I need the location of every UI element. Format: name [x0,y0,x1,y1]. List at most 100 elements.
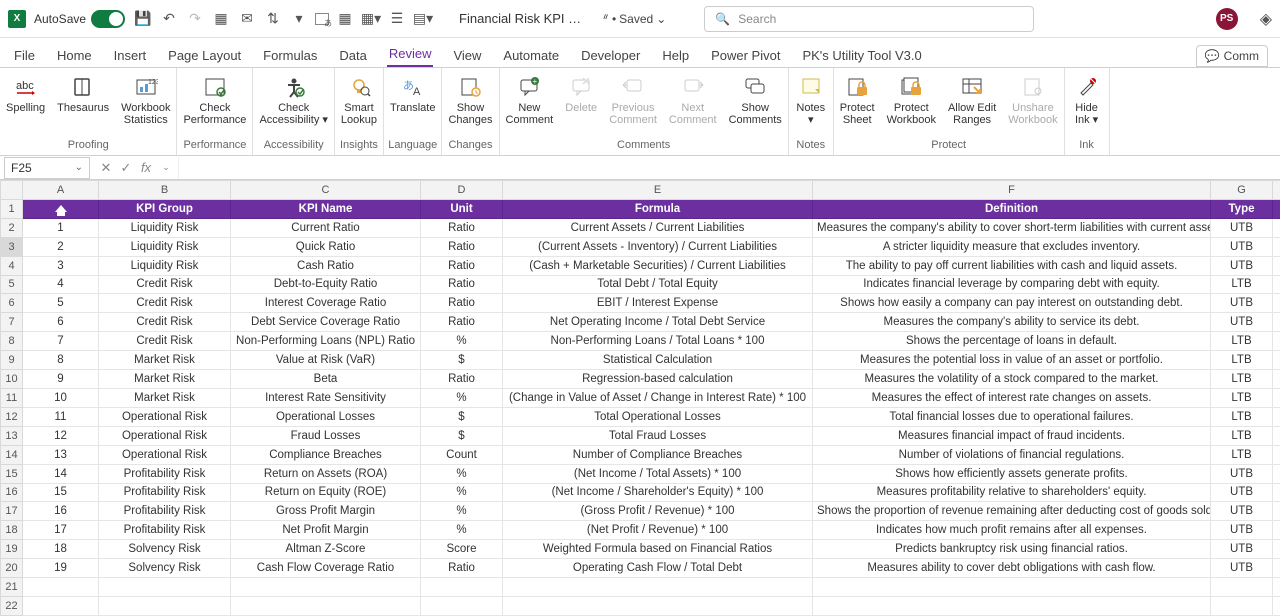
cell-A6[interactable]: 5 [23,294,99,313]
check-performance-button[interactable]: CheckPerformance [177,70,252,126]
allow-edit-ranges-button[interactable]: Allow EditRanges [942,70,1002,126]
protect-workbook-button[interactable]: ProtectWorkbook [881,70,942,126]
col-head-A[interactable]: A [23,181,99,200]
cell-G18[interactable]: UTB [1211,521,1273,540]
cell-B2[interactable]: Liquidity Risk [99,218,231,237]
qat-dd1-icon[interactable]: ▦▾ [361,9,381,29]
tab-page-layout[interactable]: Page Layout [166,44,243,67]
qat-table-icon[interactable]: ▦ [335,9,355,29]
col-head-G[interactable]: G [1211,181,1273,200]
cell-B10[interactable]: Market Risk [99,370,231,389]
formula-input[interactable] [178,157,1280,179]
row-head-16[interactable]: 16 [1,483,23,502]
cell-F10[interactable]: Measures the volatility of a stock compa… [813,370,1211,389]
cell-C10[interactable]: Beta [231,370,421,389]
cell-G19[interactable]: UTB [1211,540,1273,559]
cell-F20[interactable]: Measures ability to cover debt obligatio… [813,559,1211,578]
cell-C20[interactable]: Cash Flow Coverage Ratio [231,559,421,578]
cell-C21[interactable] [231,578,421,597]
cell-F18[interactable]: Indicates how much profit remains after … [813,521,1211,540]
tab-home[interactable]: Home [55,44,94,67]
cell-A11[interactable]: 10 [23,388,99,407]
cell-B6[interactable]: Credit Risk [99,294,231,313]
redo-icon[interactable]: ↷ [185,9,205,29]
cell-D3[interactable]: Ratio [421,237,503,256]
cell-D6[interactable]: Ratio [421,294,503,313]
cell-D20[interactable]: Ratio [421,559,503,578]
cell-D19[interactable]: Score [421,540,503,559]
cell-E15[interactable]: (Net Income / Total Assets) * 100 [503,464,813,483]
col-head-C[interactable]: C [231,181,421,200]
tab-developer[interactable]: Developer [579,44,642,67]
show-comments-button[interactable]: ShowComments [723,70,788,126]
search-box[interactable]: 🔍 Search [704,6,1034,32]
home-icon-cell[interactable] [23,199,99,218]
cell-F16[interactable]: Measures profitability relative to share… [813,483,1211,502]
cell-B14[interactable]: Operational Risk [99,445,231,464]
cell-D7[interactable]: Ratio [421,313,503,332]
cell-E10[interactable]: Regression-based calculation [503,370,813,389]
cell-E17[interactable]: (Gross Profit / Revenue) * 100 [503,502,813,521]
cell-E5[interactable]: Total Debt / Total Equity [503,275,813,294]
undo-icon[interactable]: ↶ [159,9,179,29]
save-icon[interactable]: 💾 [133,9,153,29]
cell-D5[interactable]: Ratio [421,275,503,294]
cell-G9[interactable]: LTB [1211,351,1273,370]
show-changes-button[interactable]: ShowChanges [442,70,498,126]
cell-C2[interactable]: Current Ratio [231,218,421,237]
cell-B20[interactable]: Solvency Risk [99,559,231,578]
row-head-3[interactable]: 3 [1,237,23,256]
tab-automate[interactable]: Automate [501,44,561,67]
autosave-toggle[interactable]: AutoSave [34,10,125,28]
cell-A9[interactable]: 8 [23,351,99,370]
cell-D4[interactable]: Ratio [421,256,503,275]
qat-filter-icon[interactable]: ▾ [289,9,309,29]
cell-G5[interactable]: LTB [1211,275,1273,294]
cell-F7[interactable]: Measures the company's ability to servic… [813,313,1211,332]
cell-E3[interactable]: (Current Assets - Inventory) / Current L… [503,237,813,256]
cell-F14[interactable]: Number of violations of financial regula… [813,445,1211,464]
cell-A7[interactable]: 6 [23,313,99,332]
cell-C15[interactable]: Return on Assets (ROA) [231,464,421,483]
cell-E16[interactable]: (Net Income / Shareholder's Equity) * 10… [503,483,813,502]
row-head-9[interactable]: 9 [1,351,23,370]
name-box[interactable]: F25⌄ [4,157,90,179]
cell-B13[interactable]: Operational Risk [99,426,231,445]
cell-A12[interactable]: 11 [23,407,99,426]
row-head-2[interactable]: 2 [1,218,23,237]
cell-G10[interactable]: LTB [1211,370,1273,389]
cell-D8[interactable]: % [421,332,503,351]
cell-D10[interactable]: Ratio [421,370,503,389]
cell-B5[interactable]: Credit Risk [99,275,231,294]
cell-B9[interactable]: Market Risk [99,351,231,370]
cell-D11[interactable]: % [421,388,503,407]
cell-A16[interactable]: 15 [23,483,99,502]
cell-F2[interactable]: Measures the company's ability to cover … [813,218,1211,237]
cell-G12[interactable]: LTB [1211,407,1273,426]
cell-C19[interactable]: Altman Z-Score [231,540,421,559]
cell-F21[interactable] [813,578,1211,597]
cell-E8[interactable]: Non-Performing Loans / Total Loans * 100 [503,332,813,351]
spelling-button[interactable]: abcSpelling [0,70,51,114]
cell-E13[interactable]: Total Fraud Losses [503,426,813,445]
smart-lookup-button[interactable]: SmartLookup [335,70,383,126]
user-avatar[interactable]: PS [1216,8,1238,30]
cell-E9[interactable]: Statistical Calculation [503,351,813,370]
cell-F22[interactable] [813,596,1211,615]
row-head-4[interactable]: 4 [1,256,23,275]
cell-B21[interactable] [99,578,231,597]
hide-ink-button[interactable]: HideInk ▾ [1065,70,1109,126]
tab-review[interactable]: Review [387,42,434,67]
row-head-18[interactable]: 18 [1,521,23,540]
cell-C18[interactable]: Net Profit Margin [231,521,421,540]
cell-B4[interactable]: Liquidity Risk [99,256,231,275]
fx-dropdown-icon[interactable]: ⌄ [158,162,174,173]
cell-D9[interactable]: $ [421,351,503,370]
cell-D17[interactable]: % [421,502,503,521]
cell-E14[interactable]: Number of Compliance Breaches [503,445,813,464]
select-all-corner[interactable] [1,181,23,200]
cell-A5[interactable]: 4 [23,275,99,294]
cancel-icon[interactable]: ✕ [98,160,114,176]
cell-D16[interactable]: % [421,483,503,502]
cell-G3[interactable]: UTB [1211,237,1273,256]
